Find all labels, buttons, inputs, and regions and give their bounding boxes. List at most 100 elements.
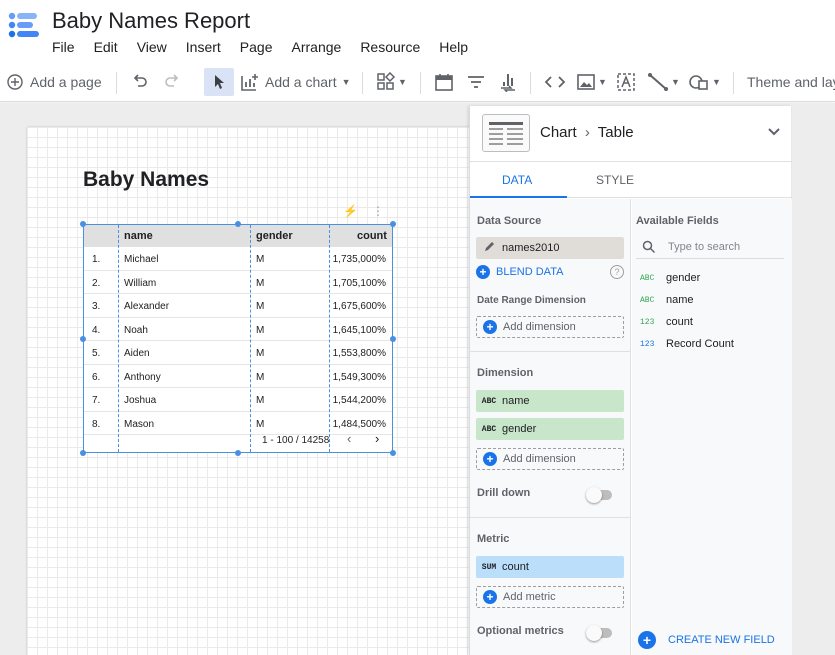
page-title-text[interactable]: Baby Names: [83, 168, 209, 192]
table-row[interactable]: 1. Michael M 1,735,000%: [84, 247, 392, 271]
resize-handle[interactable]: [390, 221, 396, 227]
field-record-count[interactable]: 123 Record Count: [640, 338, 734, 350]
create-new-field-button[interactable]: + CREATE NEW FIELD: [638, 631, 775, 649]
panel-tabs: DATA STYLE: [470, 163, 792, 198]
select-tool-button[interactable]: [204, 68, 234, 96]
add-metric-button[interactable]: + Add metric: [476, 586, 624, 608]
metric-chip-count[interactable]: SUM count: [476, 556, 624, 578]
add-dimension-label: Add dimension: [503, 321, 576, 333]
add-dimension-button[interactable]: + Add dimension: [476, 448, 624, 470]
menu-insert[interactable]: Insert: [186, 39, 221, 55]
data-control-button[interactable]: [498, 68, 518, 96]
blend-data-button[interactable]: + BLEND DATA: [470, 265, 563, 279]
column-header-gender[interactable]: gender: [256, 230, 293, 242]
report-title[interactable]: Baby Names Report: [52, 8, 250, 34]
text-type-icon: ABC: [481, 424, 497, 434]
filter-control-button[interactable]: [466, 68, 486, 96]
cell-gender: M: [256, 254, 265, 265]
column-header-count[interactable]: count: [357, 230, 387, 242]
field-gender[interactable]: ABC gender: [640, 272, 700, 284]
resize-handle[interactable]: [80, 221, 86, 227]
menu-page[interactable]: Page: [240, 39, 273, 55]
resize-handle[interactable]: [235, 450, 241, 456]
number-type-icon: 123: [640, 339, 655, 349]
menu-file[interactable]: File: [52, 39, 75, 55]
menu-edit[interactable]: Edit: [94, 39, 118, 55]
divider: [362, 72, 363, 94]
menu-help[interactable]: Help: [439, 39, 468, 55]
aggregation-type-icon: SUM: [481, 562, 497, 572]
resize-handle[interactable]: [80, 450, 86, 456]
resize-handle[interactable]: [235, 221, 241, 227]
dimension-name: gender: [502, 423, 537, 435]
date-range-button[interactable]: [434, 68, 454, 96]
add-chart-button[interactable]: Add a chart ▼: [240, 68, 351, 96]
menu-arrange[interactable]: Arrange: [292, 39, 342, 55]
add-date-dimension-button[interactable]: + Add dimension: [476, 316, 624, 338]
embed-url-button[interactable]: [544, 68, 566, 96]
text-box-icon: [617, 73, 635, 91]
cell-count: 1,645,100%: [332, 324, 386, 336]
help-icon[interactable]: ?: [610, 265, 624, 279]
redo-icon: [165, 74, 179, 87]
divider: [420, 72, 421, 94]
line-button[interactable]: ▼: [647, 68, 680, 96]
add-circle-icon: +: [483, 590, 497, 604]
menu-view[interactable]: View: [137, 39, 167, 55]
search-icon: [642, 240, 656, 253]
menu-resource[interactable]: Resource: [360, 39, 420, 55]
table-row[interactable]: 7. Joshua M 1,544,200%: [84, 388, 392, 412]
column-header-name[interactable]: name: [124, 230, 153, 242]
drill-down-toggle[interactable]: [586, 487, 612, 503]
table-row[interactable]: 5. Aiden M 1,553,800%: [84, 341, 392, 365]
data-source-label: Data Source: [477, 215, 542, 227]
table-row[interactable]: 6. Anthony M 1,549,300%: [84, 365, 392, 388]
create-new-field-label: CREATE NEW FIELD: [668, 634, 775, 646]
text-type-icon: ABC: [640, 295, 655, 305]
add-circle-icon: +: [483, 452, 497, 466]
theme-layout-button[interactable]: Theme and layout: [747, 68, 835, 96]
table-row[interactable]: 3. Alexander M 1,675,600%: [84, 294, 392, 318]
data-source-chip[interactable]: names2010: [476, 237, 624, 259]
tab-data[interactable]: DATA: [502, 173, 532, 187]
image-button[interactable]: ▼: [576, 68, 607, 96]
chevron-down-icon[interactable]: [766, 124, 782, 145]
field-search-input[interactable]: Type to search: [636, 235, 784, 259]
field-name: count: [666, 316, 693, 328]
dimension-chip-name[interactable]: ABC name: [476, 390, 624, 412]
table-row[interactable]: 4. Noah M 1,645,100%: [84, 318, 392, 341]
available-fields-label: Available Fields: [636, 215, 719, 227]
table-row[interactable]: 8. Mason M 1,484,500%: [84, 412, 392, 435]
text-button[interactable]: [616, 68, 636, 96]
tab-style[interactable]: STYLE: [596, 173, 634, 187]
add-chart-icon: [241, 74, 258, 91]
more-vert-icon[interactable]: ⋮: [372, 204, 384, 218]
resize-handle[interactable]: [80, 336, 86, 342]
add-page-button[interactable]: Add a page: [6, 68, 102, 96]
table-row[interactable]: 2. William M 1,705,100%: [84, 271, 392, 294]
field-name-item[interactable]: ABC name: [640, 294, 694, 306]
field-name: name: [666, 294, 694, 306]
shape-button[interactable]: ▼: [688, 68, 721, 96]
chart-type-breadcrumb[interactable]: Chart › Table: [540, 124, 634, 141]
undo-button[interactable]: [130, 68, 150, 96]
resize-handle[interactable]: [390, 336, 396, 342]
table-chart[interactable]: name gender count 1. Michael M 1,735,000% 2.…: [83, 224, 393, 453]
lightning-icon[interactable]: ⚡: [343, 204, 358, 218]
add-page-label: Add a page: [30, 74, 102, 90]
prev-page-icon[interactable]: ‹: [347, 431, 351, 446]
available-fields-column: Available Fields Type to search ABC gend…: [632, 199, 792, 655]
data-control-icon: [501, 74, 515, 92]
edit-pencil-icon[interactable]: [476, 241, 502, 256]
next-page-icon[interactable]: ›: [375, 431, 379, 446]
divider: [116, 72, 117, 94]
breadcrumb-separator: ›: [584, 124, 590, 141]
number-type-icon: 123: [640, 317, 655, 327]
field-count[interactable]: 123 count: [640, 316, 693, 328]
resize-handle[interactable]: [390, 450, 396, 456]
add-control-button[interactable]: ▼: [376, 68, 407, 96]
row-number: 1.: [92, 254, 101, 265]
optional-metrics-toggle[interactable]: [586, 625, 612, 641]
redo-button[interactable]: [162, 68, 182, 96]
dimension-chip-gender[interactable]: ABC gender: [476, 418, 624, 440]
